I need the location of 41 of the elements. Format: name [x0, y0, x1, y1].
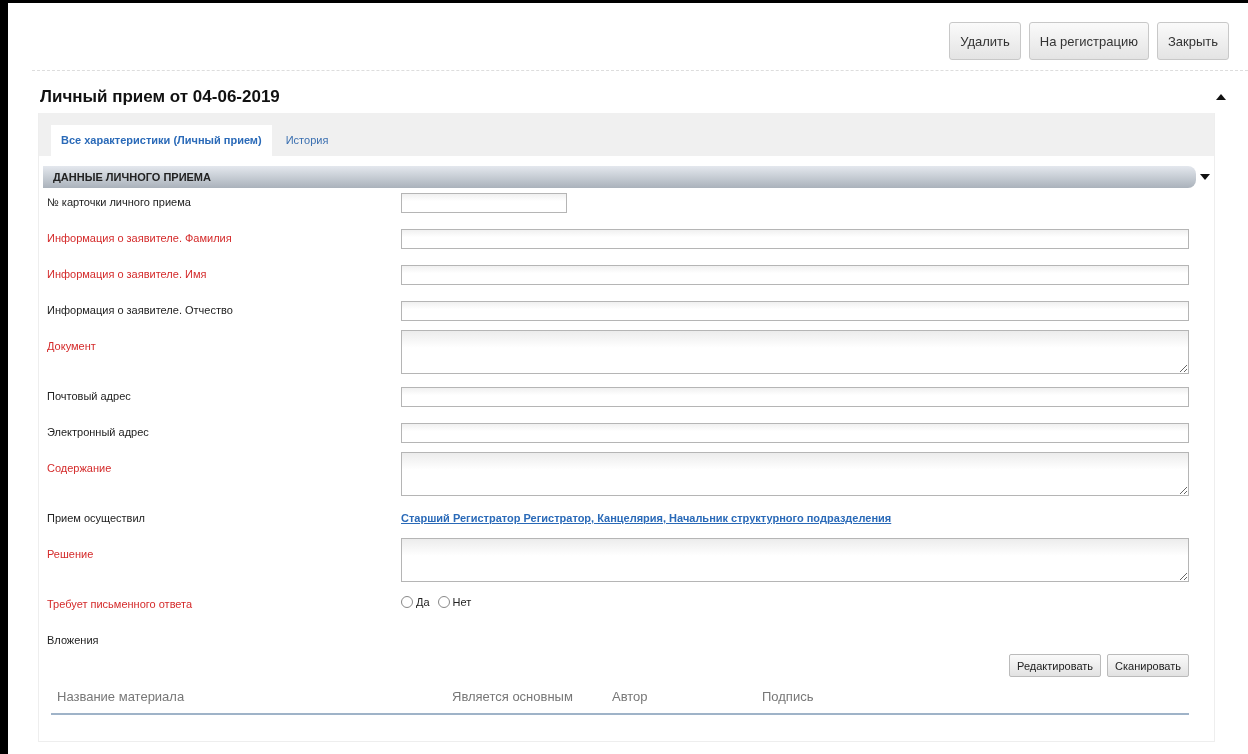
field-label: Информация о заявителе. Отчество: [47, 303, 234, 316]
field-label: Документ: [47, 339, 97, 352]
radio-button[interactable]: [401, 596, 413, 608]
collapse-icon[interactable]: [1216, 94, 1226, 100]
field-label: Почтовый адрес: [47, 389, 132, 402]
expand-icon[interactable]: [1200, 174, 1210, 180]
text-area[interactable]: [401, 538, 1189, 582]
attachment-button[interactable]: Редактировать: [1009, 654, 1102, 677]
field-label: Электронный адрес: [47, 425, 150, 438]
section-header[interactable]: ДАННЫЕ ЛИЧНОГО ПРИЕМА: [43, 166, 1196, 188]
text-field[interactable]: [401, 301, 1189, 321]
text-field[interactable]: [401, 229, 1189, 249]
field-label: Информация о заявителе. Фамилия: [47, 231, 233, 244]
page-title: Личный прием от 04-06-2019: [40, 87, 280, 107]
field-label: Требует письменного ответа: [47, 597, 194, 610]
attachment-button[interactable]: Сканировать: [1107, 654, 1189, 677]
text-area[interactable]: [401, 330, 1189, 374]
field-label: Решение: [47, 547, 95, 560]
field-label: Информация о заявителе. Имя: [47, 267, 208, 280]
toolbar-button[interactable]: Удалить: [949, 22, 1021, 60]
field-label: Вложения: [47, 633, 100, 646]
radio-label: Нет: [452, 596, 472, 608]
field-label: Содержание: [47, 461, 113, 474]
column-header: Является основным: [452, 689, 574, 704]
text-field[interactable]: [401, 193, 567, 213]
tab[interactable]: История: [275, 125, 339, 156]
toolbar-button[interactable]: Закрыть: [1156, 22, 1229, 60]
column-header: Подпись: [762, 689, 815, 704]
column-header: Название материала: [57, 689, 186, 704]
column-header: Автор: [612, 689, 649, 704]
field-label: № карточки личного приема: [47, 195, 192, 208]
tab[interactable]: Все характеристики (Личный прием): [51, 125, 272, 156]
radio-label: Да: [416, 596, 430, 608]
radio-button[interactable]: [437, 596, 450, 608]
text-field[interactable]: [401, 387, 1189, 407]
toolbar-button[interactable]: На регистрацию: [1028, 22, 1149, 60]
text-field[interactable]: [401, 265, 1189, 285]
field-label: Прием осуществил: [47, 511, 146, 524]
text-field[interactable]: [401, 423, 1189, 443]
user-link[interactable]: Старший Регистратор Регистратор, Канцелярия, Начальник структурного подразделения: [401, 504, 892, 524]
text-area[interactable]: [401, 452, 1189, 496]
